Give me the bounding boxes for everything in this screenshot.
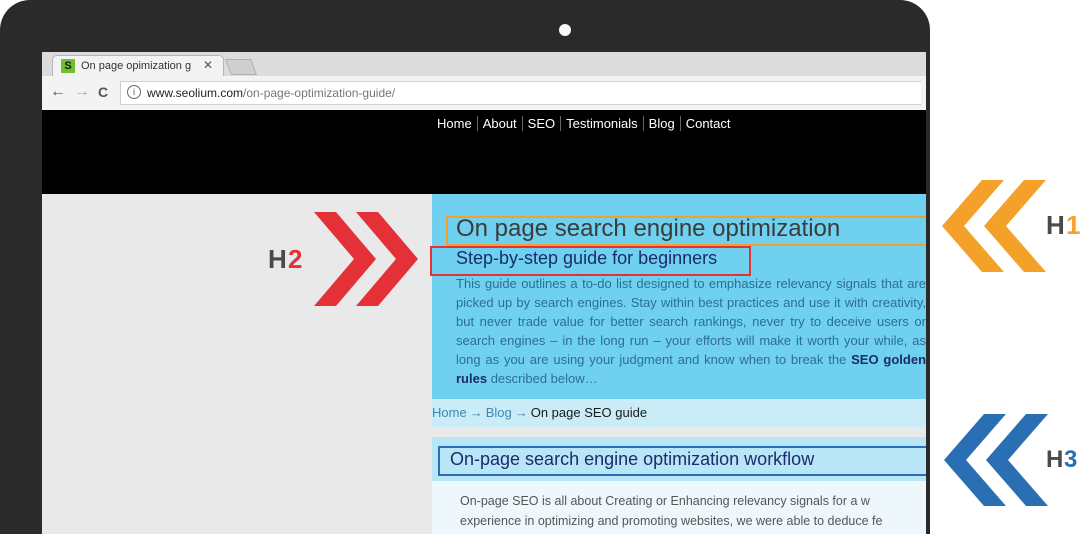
url-host: www.seolium.com bbox=[147, 86, 244, 100]
url-text: www.seolium.com/on-page-optimization-gui… bbox=[147, 86, 395, 100]
intro-text-end: described below… bbox=[487, 371, 598, 386]
laptop-screen: S On page opimization gu ✕ ← → C i www.s… bbox=[42, 52, 926, 534]
breadcrumb-home[interactable]: Home bbox=[432, 405, 467, 420]
intro-paragraph: This guide outlines a to-do list designe… bbox=[456, 274, 926, 388]
h3-label-number: 3 bbox=[1064, 446, 1078, 473]
h2-label-number: 2 bbox=[288, 244, 303, 274]
tab-title: On page opimization gu bbox=[81, 60, 191, 72]
back-arrow-icon[interactable]: ← bbox=[50, 83, 66, 101]
section-text: On-page SEO is all about Creating or Enh… bbox=[460, 491, 926, 531]
webcam bbox=[559, 24, 571, 36]
h2-label-letter: H bbox=[268, 244, 287, 274]
subtitle-h2: Step-by-step guide for beginners bbox=[456, 248, 718, 268]
nav-item-contact[interactable]: Contact bbox=[681, 116, 736, 131]
breadcrumb-separator: → bbox=[514, 405, 528, 420]
main-menu: Home About SEO Testimonials Blog Contact bbox=[432, 116, 736, 131]
h3-chevron-left-icon bbox=[944, 414, 1048, 506]
address-bar[interactable]: i www.seolium.com/on-page-optimization-g… bbox=[120, 81, 921, 105]
page-title-h1: On page search engine optimization bbox=[456, 215, 841, 242]
breadcrumb-current: On page SEO guide bbox=[530, 405, 648, 420]
breadcrumb-separator: → bbox=[469, 405, 483, 420]
nav-item-about[interactable]: About bbox=[478, 116, 523, 131]
h1-chevron-left-icon bbox=[942, 180, 1046, 272]
new-tab-button[interactable] bbox=[225, 59, 257, 75]
laptop-frame: S On page opimization gu ✕ ← → C i www.s… bbox=[0, 0, 930, 534]
browser-toolbar: ← → C i www.seolium.com/on-page-optimiza… bbox=[42, 76, 926, 111]
forward-arrow-icon[interactable]: → bbox=[74, 83, 90, 101]
section-body: On-page SEO is all about Creating or Enh… bbox=[432, 481, 926, 534]
close-icon[interactable]: ✕ bbox=[203, 58, 213, 72]
info-icon[interactable]: i bbox=[127, 85, 141, 99]
url-path: /on-page-optimization-guide/ bbox=[243, 86, 396, 100]
nav-item-testimonials[interactable]: Testimonials bbox=[561, 116, 644, 131]
section-header: On-page search engine optimization workf… bbox=[432, 437, 926, 481]
breadcrumb: Home → Blog → On page SEO guide bbox=[432, 399, 926, 427]
breadcrumb-blog[interactable]: Blog bbox=[486, 405, 512, 420]
nav-item-home[interactable]: Home bbox=[432, 116, 478, 131]
h1-label-number: 1 bbox=[1066, 210, 1081, 240]
nav-item-blog[interactable]: Blog bbox=[644, 116, 681, 131]
h3-label-letter: H bbox=[1046, 446, 1064, 473]
h2-chevron-right-icon bbox=[314, 212, 418, 306]
h1-label-letter: H bbox=[1046, 210, 1065, 240]
web-page: Home About SEO Testimonials Blog Contact… bbox=[42, 110, 926, 534]
site-header: Home About SEO Testimonials Blog Contact bbox=[42, 110, 926, 194]
hero-section: On page search engine optimization Step-… bbox=[430, 194, 926, 399]
tab-strip: S On page opimization gu ✕ bbox=[42, 52, 926, 77]
section-line-2: experience in optimizing and promoting w… bbox=[460, 514, 883, 528]
browser-tab[interactable]: S On page opimization gu ✕ bbox=[52, 55, 224, 77]
reload-icon[interactable]: C bbox=[98, 84, 108, 100]
favicon-icon: S bbox=[61, 59, 75, 73]
nav-item-seo[interactable]: SEO bbox=[523, 116, 562, 131]
section-title-h3: On-page search engine optimization workf… bbox=[450, 449, 815, 469]
section-line-1: On-page SEO is all about Creating or Enh… bbox=[460, 494, 870, 508]
